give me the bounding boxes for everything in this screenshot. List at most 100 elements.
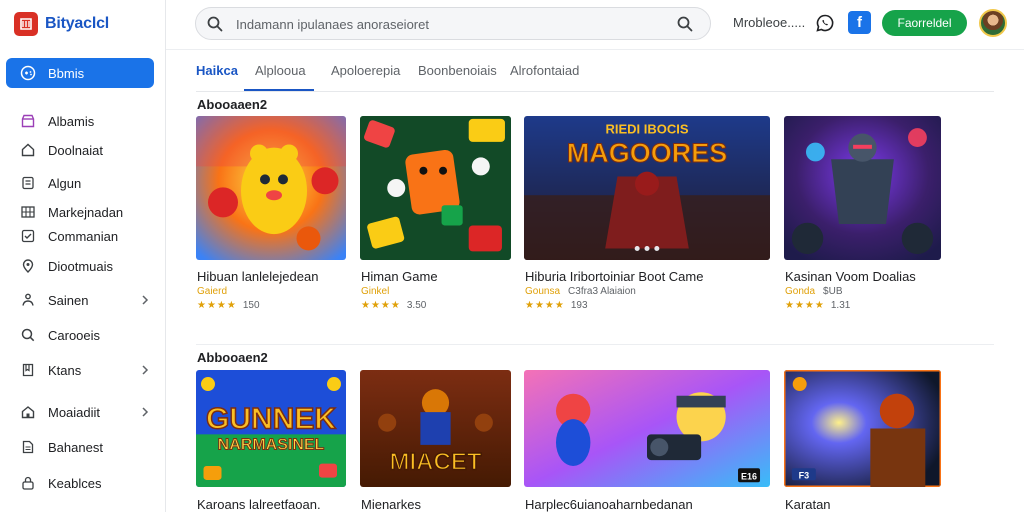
tab[interactable]: Apoloerepia (331, 62, 400, 90)
sidebar-item-label: Moaiadiit (48, 404, 101, 420)
search-submit-icon[interactable] (676, 15, 694, 33)
game-card[interactable]: Kasinan Voom Doalias Gonda $UB ★★★★ 1.31 (784, 116, 941, 316)
tag-icon (20, 175, 36, 191)
game-card[interactable]: F3 Karatan (784, 370, 941, 512)
tab[interactable]: Boonbenoiais (418, 62, 497, 90)
svg-text:F3: F3 (799, 470, 810, 480)
document-icon (20, 439, 36, 455)
section-title: Abooaaen2 (197, 97, 268, 112)
star-rating-icon: ★★★★ (197, 300, 237, 311)
avatar[interactable] (979, 9, 1007, 37)
game-card[interactable]: E16 Harplec6uianoaharnbedanan (524, 370, 770, 512)
chevron-right-icon (142, 365, 149, 375)
game-thumbnail[interactable]: MIACET (360, 370, 511, 487)
tabs-divider (196, 91, 994, 92)
chat-icon[interactable] (814, 12, 836, 34)
search-icon (20, 327, 36, 343)
game-thumbnail[interactable]: E16 (524, 370, 770, 487)
game-rating: ★★★★ 150 (197, 300, 260, 311)
game-thumbnail[interactable]: F3 (784, 370, 941, 487)
home-icon (20, 142, 36, 158)
topbar-divider (166, 49, 1024, 50)
brand-name: Bityaclcl (45, 15, 110, 32)
lock-icon (20, 475, 36, 491)
game-title[interactable]: Himan Game (361, 269, 438, 284)
search-icon (207, 16, 223, 32)
cta-button[interactable]: Faorreldel (882, 10, 967, 36)
svg-text:MIACET: MIACET (390, 448, 482, 475)
sidebar-item[interactable]: Bahanest (6, 432, 154, 462)
sidebar-item-label: Markejnadan (48, 204, 124, 220)
game-thumbnail[interactable] (784, 116, 941, 260)
store-icon (20, 113, 36, 129)
game-card[interactable]: Hibuan lanlelejedean Gaierd ★★★★ 150 (196, 116, 346, 316)
grid-icon (20, 204, 36, 220)
sidebar-item-label: Bahanest (48, 439, 103, 455)
search-bar[interactable] (195, 7, 711, 40)
sidebar-item-label: Keablces (48, 475, 102, 491)
game-thumbnail[interactable] (196, 116, 346, 260)
game-title[interactable]: Karoans lalreetfaoan. (197, 497, 321, 512)
sidebar-item-label: Carooeis (48, 327, 101, 343)
game-card[interactable]: MIACET Mienarkes (360, 370, 511, 512)
tab[interactable]: Haikca (196, 62, 238, 90)
game-thumbnail[interactable] (360, 116, 511, 260)
rating-score: 1.31 (830, 300, 851, 311)
sidebar-item-label: Ktans (48, 362, 82, 378)
section-title: Abbooaen2 (197, 350, 268, 365)
sidebar-item-label: Algun (48, 175, 82, 191)
sidebar-item[interactable]: Diootmuais (6, 251, 154, 281)
sidebar-item[interactable]: Ktans (6, 355, 154, 385)
game-title[interactable]: Hibuan lanlelejedean (197, 269, 318, 284)
svg-text:NARMASINEL: NARMASINEL (218, 437, 325, 454)
facebook-icon[interactable]: f (848, 11, 871, 34)
svg-text:RIEDI IBOCIS: RIEDI IBOCIS (605, 121, 688, 136)
sidebar-item-label: Sainen (48, 292, 89, 308)
section-divider (196, 344, 994, 345)
brand-logo-icon (14, 12, 38, 36)
sidebar-item[interactable]: Moaiadiit (6, 397, 154, 427)
brand[interactable]: Bityaclcl (14, 10, 109, 38)
chevron-right-icon (142, 407, 149, 417)
game-title[interactable]: Harplec6uianoaharnbedanan (525, 497, 693, 512)
sidebar-item[interactable]: Algun (6, 168, 154, 198)
star-rating-icon: ★★★★ (525, 300, 565, 311)
rating-score: 150 (242, 300, 260, 311)
game-thumbnail[interactable]: GUNNEK NARMASINEL (196, 370, 346, 487)
chevron-right-icon (142, 295, 149, 305)
game-card[interactable]: RIEDI IBOCIS MAGOORES Hiburia Iribortoin… (524, 116, 770, 316)
game-meta-extra: $UB (823, 286, 843, 297)
gamepad-icon (20, 65, 36, 81)
game-thumbnail[interactable]: RIEDI IBOCIS MAGOORES (524, 116, 770, 260)
svg-text:E16: E16 (741, 471, 757, 481)
sidebar-item[interactable]: Sainen (6, 285, 154, 315)
star-rating-icon: ★★★★ (361, 300, 401, 311)
game-title[interactable]: Hiburia Iribortoiniar Boot Came (525, 269, 703, 284)
sidebar-item[interactable]: Bbmis (6, 58, 154, 88)
game-title[interactable]: Kasinan Voom Doalias (785, 269, 916, 284)
sidebar-item[interactable]: Doolnaiat (6, 135, 154, 165)
game-title[interactable]: Karatan (785, 497, 831, 512)
sidebar-item[interactable]: Commanian (6, 221, 154, 251)
sidebar-item-label: Diootmuais (48, 258, 114, 274)
game-card[interactable]: GUNNEK NARMASINEL Karoans lalreetfaoan. (196, 370, 346, 512)
tab[interactable]: Alrofontaiad (510, 62, 579, 90)
checkbox-icon (20, 228, 36, 244)
game-meta-extra: C3fra3 Alaiaion (568, 286, 636, 297)
sidebar-item[interactable]: Carooeis (6, 320, 154, 350)
bookmark-icon (20, 362, 36, 378)
game-meta-label: Gounsa (525, 286, 561, 297)
tab[interactable]: Alplooua (255, 62, 306, 90)
search-input[interactable] (236, 14, 656, 34)
game-rating: ★★★★ 193 (525, 300, 588, 311)
star-rating-icon: ★★★★ (785, 300, 825, 311)
game-meta: Gounsa C3fra3 Alaiaion (525, 286, 636, 297)
sidebar-item[interactable]: Keablces (6, 468, 154, 498)
top-link[interactable]: Mrobleoe..... (733, 15, 805, 30)
game-meta: Ginkel (361, 286, 397, 297)
game-title[interactable]: Mienarkes (361, 497, 421, 512)
game-card[interactable]: Himan Game Ginkel ★★★★ 3.50 (360, 116, 511, 316)
location-icon (20, 258, 36, 274)
sidebar-item[interactable]: Albamis (6, 106, 154, 136)
game-rating: ★★★★ 1.31 (785, 300, 850, 311)
